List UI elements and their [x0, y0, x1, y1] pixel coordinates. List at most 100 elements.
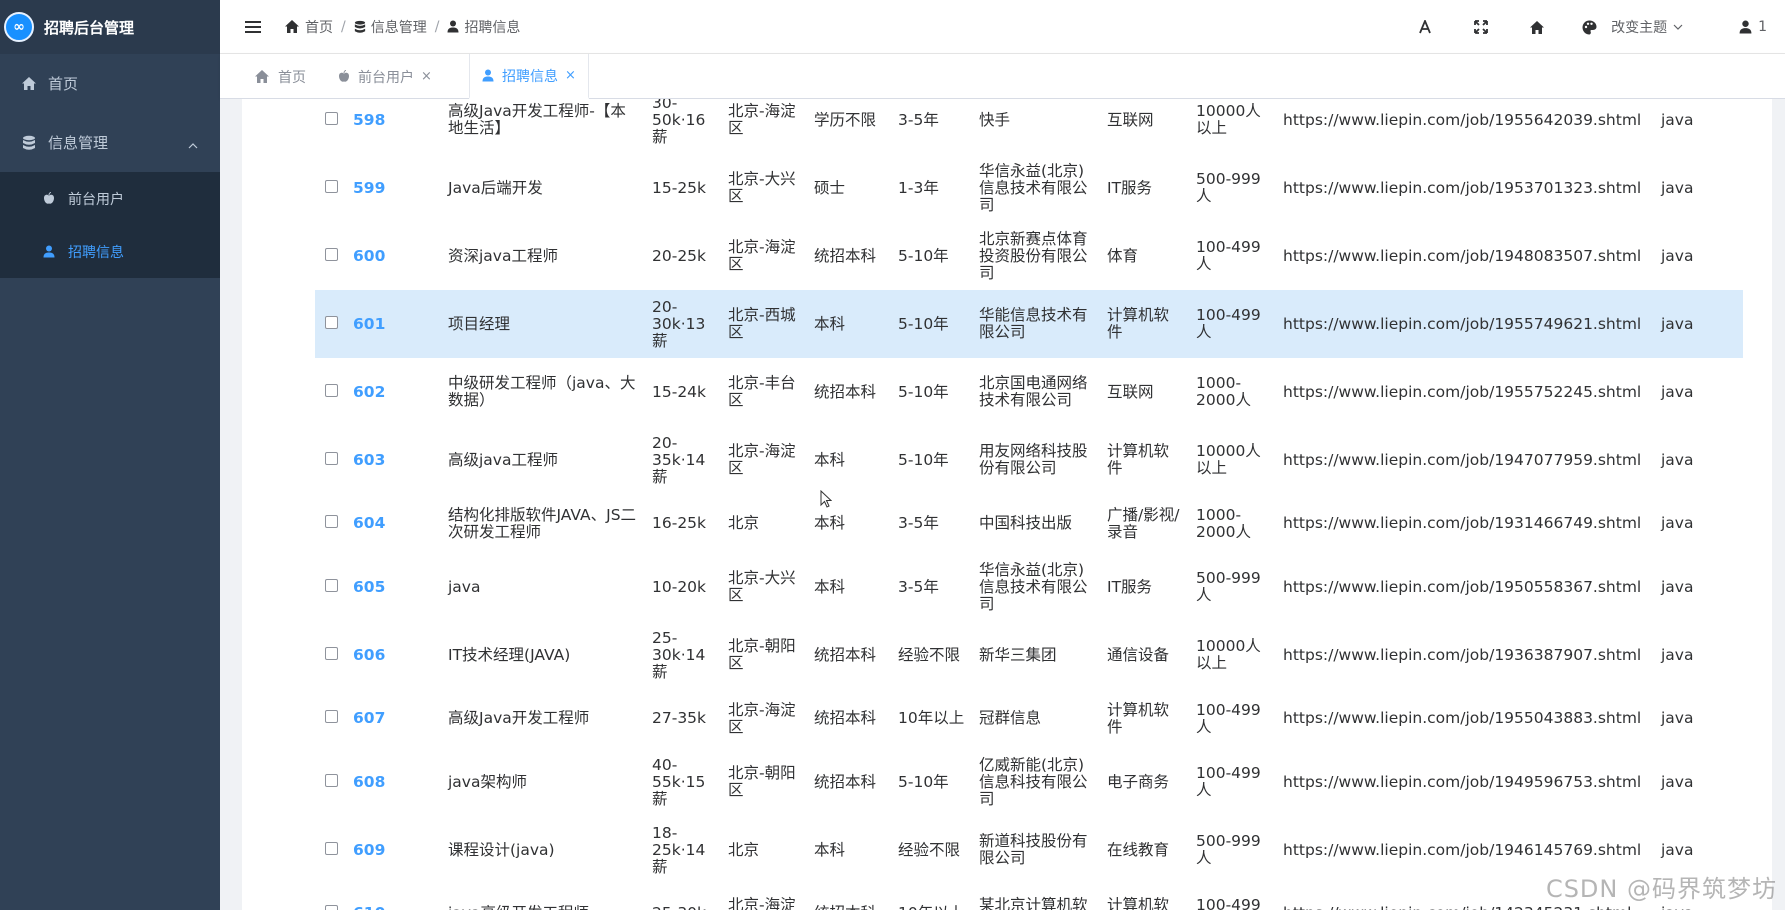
- row-checkbox[interactable]: [325, 451, 338, 465]
- change-theme-dropdown[interactable]: 改变主题: [1582, 17, 1683, 37]
- cell-company-size: 100-499人: [1196, 895, 1261, 910]
- cell-id[interactable]: 602: [347, 358, 442, 426]
- row-checkbox[interactable]: [325, 179, 338, 193]
- submenu-info-management: 前台用户 招聘信息: [0, 172, 220, 278]
- sidebar: ∞ 招聘后台管理 首页 信息管理 前台用户 招聘信息: [0, 0, 220, 910]
- cell-keyword: java: [1661, 577, 1694, 596]
- cell-id[interactable]: 610: [347, 884, 442, 910]
- cell-id[interactable]: 603: [347, 426, 442, 494]
- sidebar-item-frontend-users[interactable]: 前台用户: [0, 172, 220, 225]
- table-row[interactable]: 605 java 10-20k 北京-大兴区 本科 3-5年 华信永益(北京)信息技术有限公…: [315, 553, 1743, 621]
- close-icon[interactable]: ×: [421, 69, 432, 84]
- right-menu: 改变主题 1: [1414, 0, 1785, 54]
- sidebar-item-home[interactable]: 首页: [0, 54, 220, 113]
- tag-label: 招聘信息: [502, 68, 558, 85]
- breadcrumb-item-info-management[interactable]: 信息管理: [354, 17, 427, 37]
- cell-education: 学历不限: [814, 110, 877, 129]
- table-row[interactable]: 606 IT技术经理(JAVA) 25-30k·14薪 北京-朝阳区 统招本科 经验不限新…: [315, 621, 1743, 689]
- table-row[interactable]: 608 java架构师 40-55k·15薪 北京-朝阳区 统招本科 5-10年 亿威新能(…: [315, 748, 1743, 816]
- row-checkbox[interactable]: [325, 905, 338, 910]
- chevron-down-icon: [1673, 24, 1683, 31]
- cell-id[interactable]: 604: [347, 494, 442, 553]
- row-checkbox[interactable]: [325, 773, 338, 787]
- tag-job-info[interactable]: 招聘信息 ×: [469, 54, 589, 99]
- cell-title: 高级java工程师: [448, 450, 558, 469]
- cell-industry: IT服务: [1107, 577, 1153, 596]
- sidebar-item-job-info[interactable]: 招聘信息: [0, 225, 220, 278]
- cell-experience: 3-5年: [898, 577, 939, 596]
- table-row[interactable]: 603 高级java工程师 20-35k·14薪 北京-海淀区 本科 5-10年 用友网络科…: [315, 426, 1743, 494]
- cell-id[interactable]: 601: [347, 290, 442, 358]
- cell-industry: 广播/影视/录音: [1107, 505, 1180, 541]
- cell-title: Java后端开发: [448, 178, 543, 197]
- row-checkbox[interactable]: [325, 111, 338, 125]
- cell-id[interactable]: 605: [347, 553, 442, 621]
- cell-industry: 计算机软件: [1107, 895, 1170, 910]
- cell-id[interactable]: 609: [347, 816, 442, 884]
- table-row[interactable]: 598 高级Java开发工程师-【本地生活】 30-50k·16薪 北京-海淀区 学历不…: [315, 99, 1743, 154]
- cell-location: 北京: [728, 514, 760, 532]
- user-dropdown[interactable]: 1: [1739, 19, 1767, 35]
- user-icon: [447, 20, 459, 33]
- logo[interactable]: ∞ 招聘后台管理: [0, 0, 220, 54]
- palette-icon: [1582, 20, 1597, 35]
- cell-title: java架构师: [448, 772, 527, 791]
- breadcrumb-separator: /: [341, 18, 346, 35]
- cell-experience: 3-5年: [898, 514, 939, 532]
- row-checkbox[interactable]: [325, 578, 338, 592]
- cell-title: 课程设计(java): [448, 840, 555, 859]
- row-checkbox[interactable]: [325, 315, 338, 329]
- cell-id[interactable]: 606: [347, 621, 442, 689]
- table-row[interactable]: 600 资深java工程师 20-25k 北京-海淀区 统招本科 5-10年 北京新赛点体育…: [315, 222, 1743, 290]
- cell-salary: 20-30k·13薪: [646, 290, 722, 358]
- database-icon: [354, 20, 366, 34]
- cell-company: 中国科技出版: [979, 514, 1073, 532]
- breadcrumb-item-home[interactable]: 首页: [284, 17, 333, 37]
- table-row[interactable]: 609 课程设计(java) 18-25k·14薪 北京 本科 经验不限 新道科技股份有限公…: [315, 816, 1743, 884]
- fullscreen-icon[interactable]: [1470, 16, 1492, 38]
- cell-url: https://www.liepin.com/job/1948083507.sh…: [1283, 246, 1642, 265]
- cell-experience: 10年以上: [898, 709, 965, 727]
- table-row[interactable]: 610java高级开发工程师25-30k 北京-海淀区统招本科10年以上某北京计算…: [315, 884, 1743, 910]
- cell-id[interactable]: 607: [347, 689, 442, 748]
- close-icon[interactable]: ×: [565, 68, 576, 83]
- font-size-icon[interactable]: [1414, 16, 1436, 38]
- cell-url: https://www.liepin.com/job/1955043883.sh…: [1283, 709, 1642, 727]
- row-checkbox[interactable]: [325, 841, 338, 855]
- cell-id[interactable]: 608: [347, 748, 442, 816]
- row-checkbox[interactable]: [325, 515, 338, 528]
- table-row[interactable]: 602 中级研发工程师（java、大数据） 15-24k 北京-丰台区 统招本科 5-10…: [315, 358, 1743, 426]
- cell-id[interactable]: 600: [347, 222, 442, 290]
- job-table: 598 高级Java开发工程师-【本地生活】 30-50k·16薪 北京-海淀区 学历不…: [315, 99, 1743, 910]
- hamburger-icon[interactable]: [242, 16, 264, 38]
- cell-company: 华能信息技术有限公司: [973, 290, 1101, 358]
- cell-keyword: java: [1661, 246, 1694, 265]
- cell-url: https://www.liepin.com/job/1953701323.sh…: [1283, 178, 1642, 197]
- tag-frontend-users[interactable]: 前台用户 ×: [326, 54, 444, 99]
- user-icon: [482, 69, 494, 82]
- table-row[interactable]: 607 高级Java开发工程师 27-35k 北京-海淀区 统招本科 10年以上 冠群信息 计…: [315, 689, 1743, 748]
- sidebar-item-info-management[interactable]: 信息管理: [0, 113, 220, 172]
- cell-location: 北京-大兴区: [728, 170, 796, 205]
- table-row[interactable]: 599 Java后端开发 15-25k 北京-大兴区 硕士 1-3年 华信永益(北京)信息技…: [315, 154, 1743, 222]
- table-row[interactable]: 604 结构化排版软件JAVA、JS二次研发工程师 16-25k 北京 本科 3-5年 中国…: [315, 494, 1743, 553]
- home-icon[interactable]: [1526, 16, 1548, 38]
- cell-industry: 互联网: [1107, 110, 1154, 129]
- tag-home[interactable]: 首页: [242, 54, 318, 99]
- app-title: 招聘后台管理: [44, 18, 135, 37]
- cell-company-size: 10000人以上: [1196, 102, 1261, 137]
- cell-title: IT技术经理(JAVA): [448, 645, 571, 664]
- database-icon: [20, 134, 38, 152]
- cell-education: 统招本科: [814, 382, 877, 401]
- cell-industry: 体育: [1107, 246, 1139, 265]
- cell-checkbox: [315, 494, 347, 553]
- row-checkbox[interactable]: [325, 383, 338, 397]
- cell-experience: 5-10年: [898, 382, 949, 401]
- row-checkbox[interactable]: [325, 710, 338, 723]
- cell-id[interactable]: 598: [347, 99, 442, 154]
- cell-checkbox: [315, 290, 347, 358]
- cell-id[interactable]: 599: [347, 154, 442, 222]
- row-checkbox[interactable]: [325, 247, 338, 261]
- row-checkbox[interactable]: [325, 646, 338, 660]
- table-row[interactable]: 601 项目经理 20-30k·13薪 北京-西城区 本科 5-10年 华能信息技术有限公司…: [315, 290, 1743, 358]
